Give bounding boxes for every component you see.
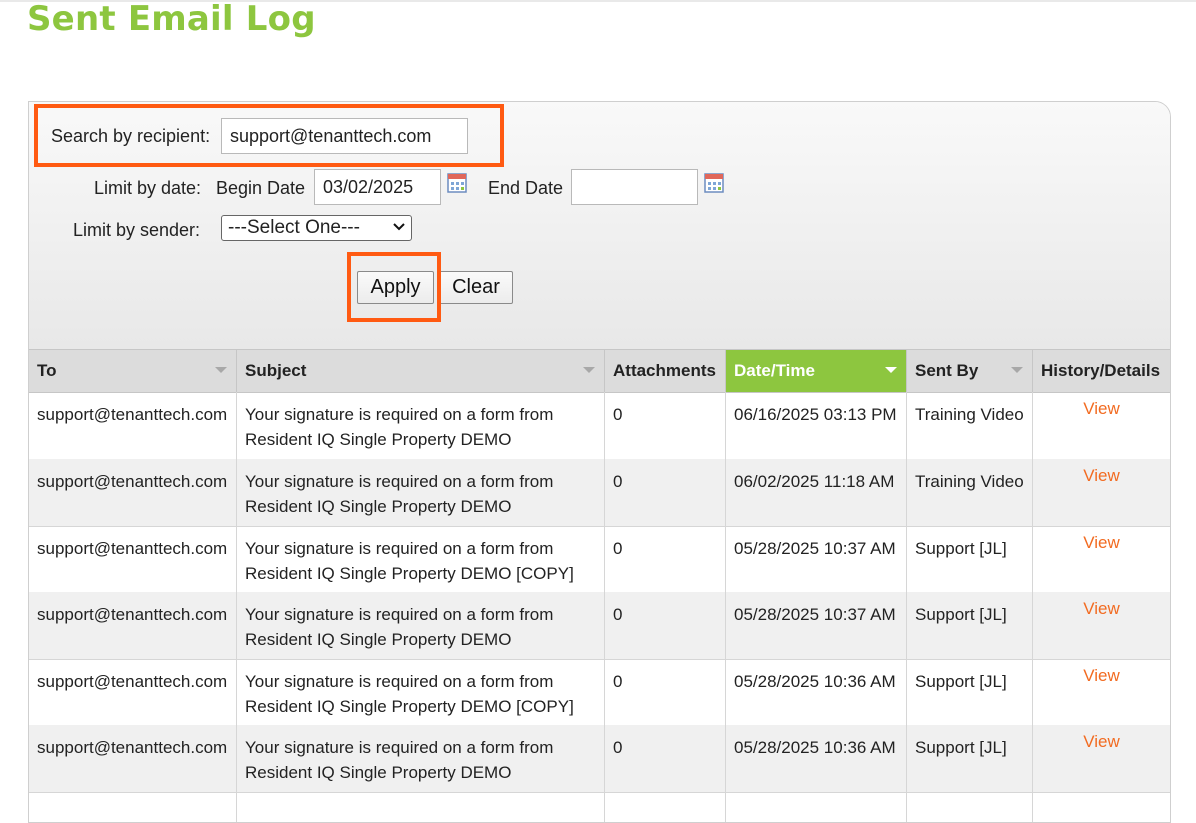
attachments-cell bbox=[605, 792, 726, 822]
table-row: support@tenanttech.com Your signature is… bbox=[29, 725, 1170, 793]
attachments-cell: 0 bbox=[605, 592, 726, 659]
attachments-cell: 0 bbox=[605, 526, 726, 593]
sort-arrow-icon bbox=[215, 367, 227, 373]
view-link[interactable]: View bbox=[1083, 533, 1120, 552]
table-header: To Subject Attachments Date/Time Sent By… bbox=[29, 349, 1170, 393]
history-cell: View bbox=[1033, 659, 1170, 726]
table-row: support@tenanttech.com Your signature is… bbox=[29, 392, 1170, 460]
subject-cell: Your signature is required on a form fro… bbox=[237, 392, 605, 459]
datetime-cell: 06/16/2025 03:13 PM bbox=[726, 392, 907, 459]
date-limit-label: Limit by date: bbox=[94, 178, 202, 198]
sort-arrow-icon bbox=[1011, 367, 1023, 373]
attachments-cell: 0 bbox=[605, 725, 726, 792]
view-link[interactable]: View bbox=[1083, 599, 1120, 618]
end-date-input[interactable] bbox=[571, 169, 698, 205]
view-link[interactable]: View bbox=[1083, 732, 1120, 751]
column-header-history: History/Details bbox=[1041, 361, 1161, 380]
recipient-cell: support@tenanttech.com bbox=[29, 659, 237, 726]
recipient-cell: support@tenanttech.com bbox=[29, 526, 237, 593]
begin-date-label: Begin Date bbox=[216, 178, 306, 198]
table-row: support@tenanttech.com Your signature is… bbox=[29, 659, 1170, 727]
subject-cell: Your signature is required on a form fro… bbox=[237, 592, 605, 659]
table-row: support@tenanttech.com Your signature is… bbox=[29, 592, 1170, 660]
begin-date-input[interactable]: 03/02/2025 bbox=[314, 169, 441, 205]
subject-cell: Your signature is required on a form fro… bbox=[237, 659, 605, 726]
sent-by-cell: Support [JL] bbox=[907, 725, 1033, 792]
table-row: support@tenanttech.com Your signature is… bbox=[29, 459, 1170, 527]
filter-area: Search by recipient: support@tenanttech.… bbox=[29, 102, 1170, 349]
recipient-cell: support@tenanttech.com bbox=[29, 725, 237, 792]
history-cell: View bbox=[1033, 392, 1170, 459]
sent-by-cell: Support [JL] bbox=[907, 526, 1033, 593]
sender-select-value: ---Select One--- bbox=[228, 217, 360, 238]
datetime-cell bbox=[726, 792, 907, 822]
subject-cell: Your signature is required on a form fro… bbox=[237, 459, 605, 526]
sent-by-cell bbox=[907, 792, 1033, 822]
recipient-cell: support@tenanttech.com bbox=[29, 392, 237, 459]
table-row: support@tenanttech.com Your signature is… bbox=[29, 526, 1170, 594]
view-link[interactable]: View bbox=[1083, 466, 1120, 485]
end-date-label: End Date bbox=[488, 178, 564, 198]
calendar-icon[interactable] bbox=[704, 173, 724, 193]
email-log-panel: Search by recipient: support@tenanttech.… bbox=[28, 101, 1171, 823]
view-link[interactable]: View bbox=[1083, 399, 1120, 418]
datetime-cell: 05/28/2025 10:36 AM bbox=[726, 725, 907, 792]
chevron-down-icon bbox=[393, 223, 405, 231]
column-header-subject[interactable]: Subject bbox=[237, 350, 605, 392]
view-link[interactable]: View bbox=[1083, 666, 1120, 685]
sent-by-cell: Support [JL] bbox=[907, 659, 1033, 726]
history-cell: View bbox=[1033, 526, 1170, 593]
recipient-cell bbox=[29, 792, 237, 822]
table-row-partial bbox=[29, 792, 1170, 822]
sort-arrow-icon bbox=[885, 367, 897, 373]
column-header-sent-by[interactable]: Sent By bbox=[907, 350, 1033, 392]
recipient-search-input[interactable]: support@tenanttech.com bbox=[221, 118, 468, 154]
attachments-cell: 0 bbox=[605, 459, 726, 526]
clear-button[interactable]: Clear bbox=[439, 271, 513, 304]
column-header-attachments[interactable]: Attachments bbox=[605, 350, 726, 392]
history-cell bbox=[1033, 792, 1170, 822]
datetime-cell: 05/28/2025 10:37 AM bbox=[726, 592, 907, 659]
recipient-cell: support@tenanttech.com bbox=[29, 459, 237, 526]
recipient-cell: support@tenanttech.com bbox=[29, 592, 237, 659]
sort-arrow-icon bbox=[583, 367, 595, 373]
sent-by-cell: Support [JL] bbox=[907, 592, 1033, 659]
recipient-label: Search by recipient: bbox=[51, 126, 211, 146]
sent-by-cell: Training Video bbox=[907, 392, 1033, 459]
sender-limit-label: Limit by sender: bbox=[73, 220, 201, 240]
sender-select[interactable]: ---Select One--- bbox=[221, 215, 412, 241]
sent-by-cell: Training Video bbox=[907, 459, 1033, 526]
column-header-to[interactable]: To bbox=[29, 350, 237, 392]
page-title: Sent Email Log bbox=[27, 0, 316, 39]
subject-cell bbox=[237, 792, 605, 822]
calendar-icon[interactable] bbox=[447, 173, 467, 193]
datetime-cell: 06/02/2025 11:18 AM bbox=[726, 459, 907, 526]
attachments-cell: 0 bbox=[605, 392, 726, 459]
history-cell: View bbox=[1033, 725, 1170, 792]
history-cell: View bbox=[1033, 459, 1170, 526]
datetime-cell: 05/28/2025 10:37 AM bbox=[726, 526, 907, 593]
subject-cell: Your signature is required on a form fro… bbox=[237, 526, 605, 593]
attachments-cell: 0 bbox=[605, 659, 726, 726]
column-header-datetime[interactable]: Date/Time bbox=[726, 350, 907, 392]
subject-cell: Your signature is required on a form fro… bbox=[237, 725, 605, 792]
datetime-cell: 05/28/2025 10:36 AM bbox=[726, 659, 907, 726]
apply-button[interactable]: Apply bbox=[357, 271, 434, 304]
history-cell: View bbox=[1033, 592, 1170, 659]
